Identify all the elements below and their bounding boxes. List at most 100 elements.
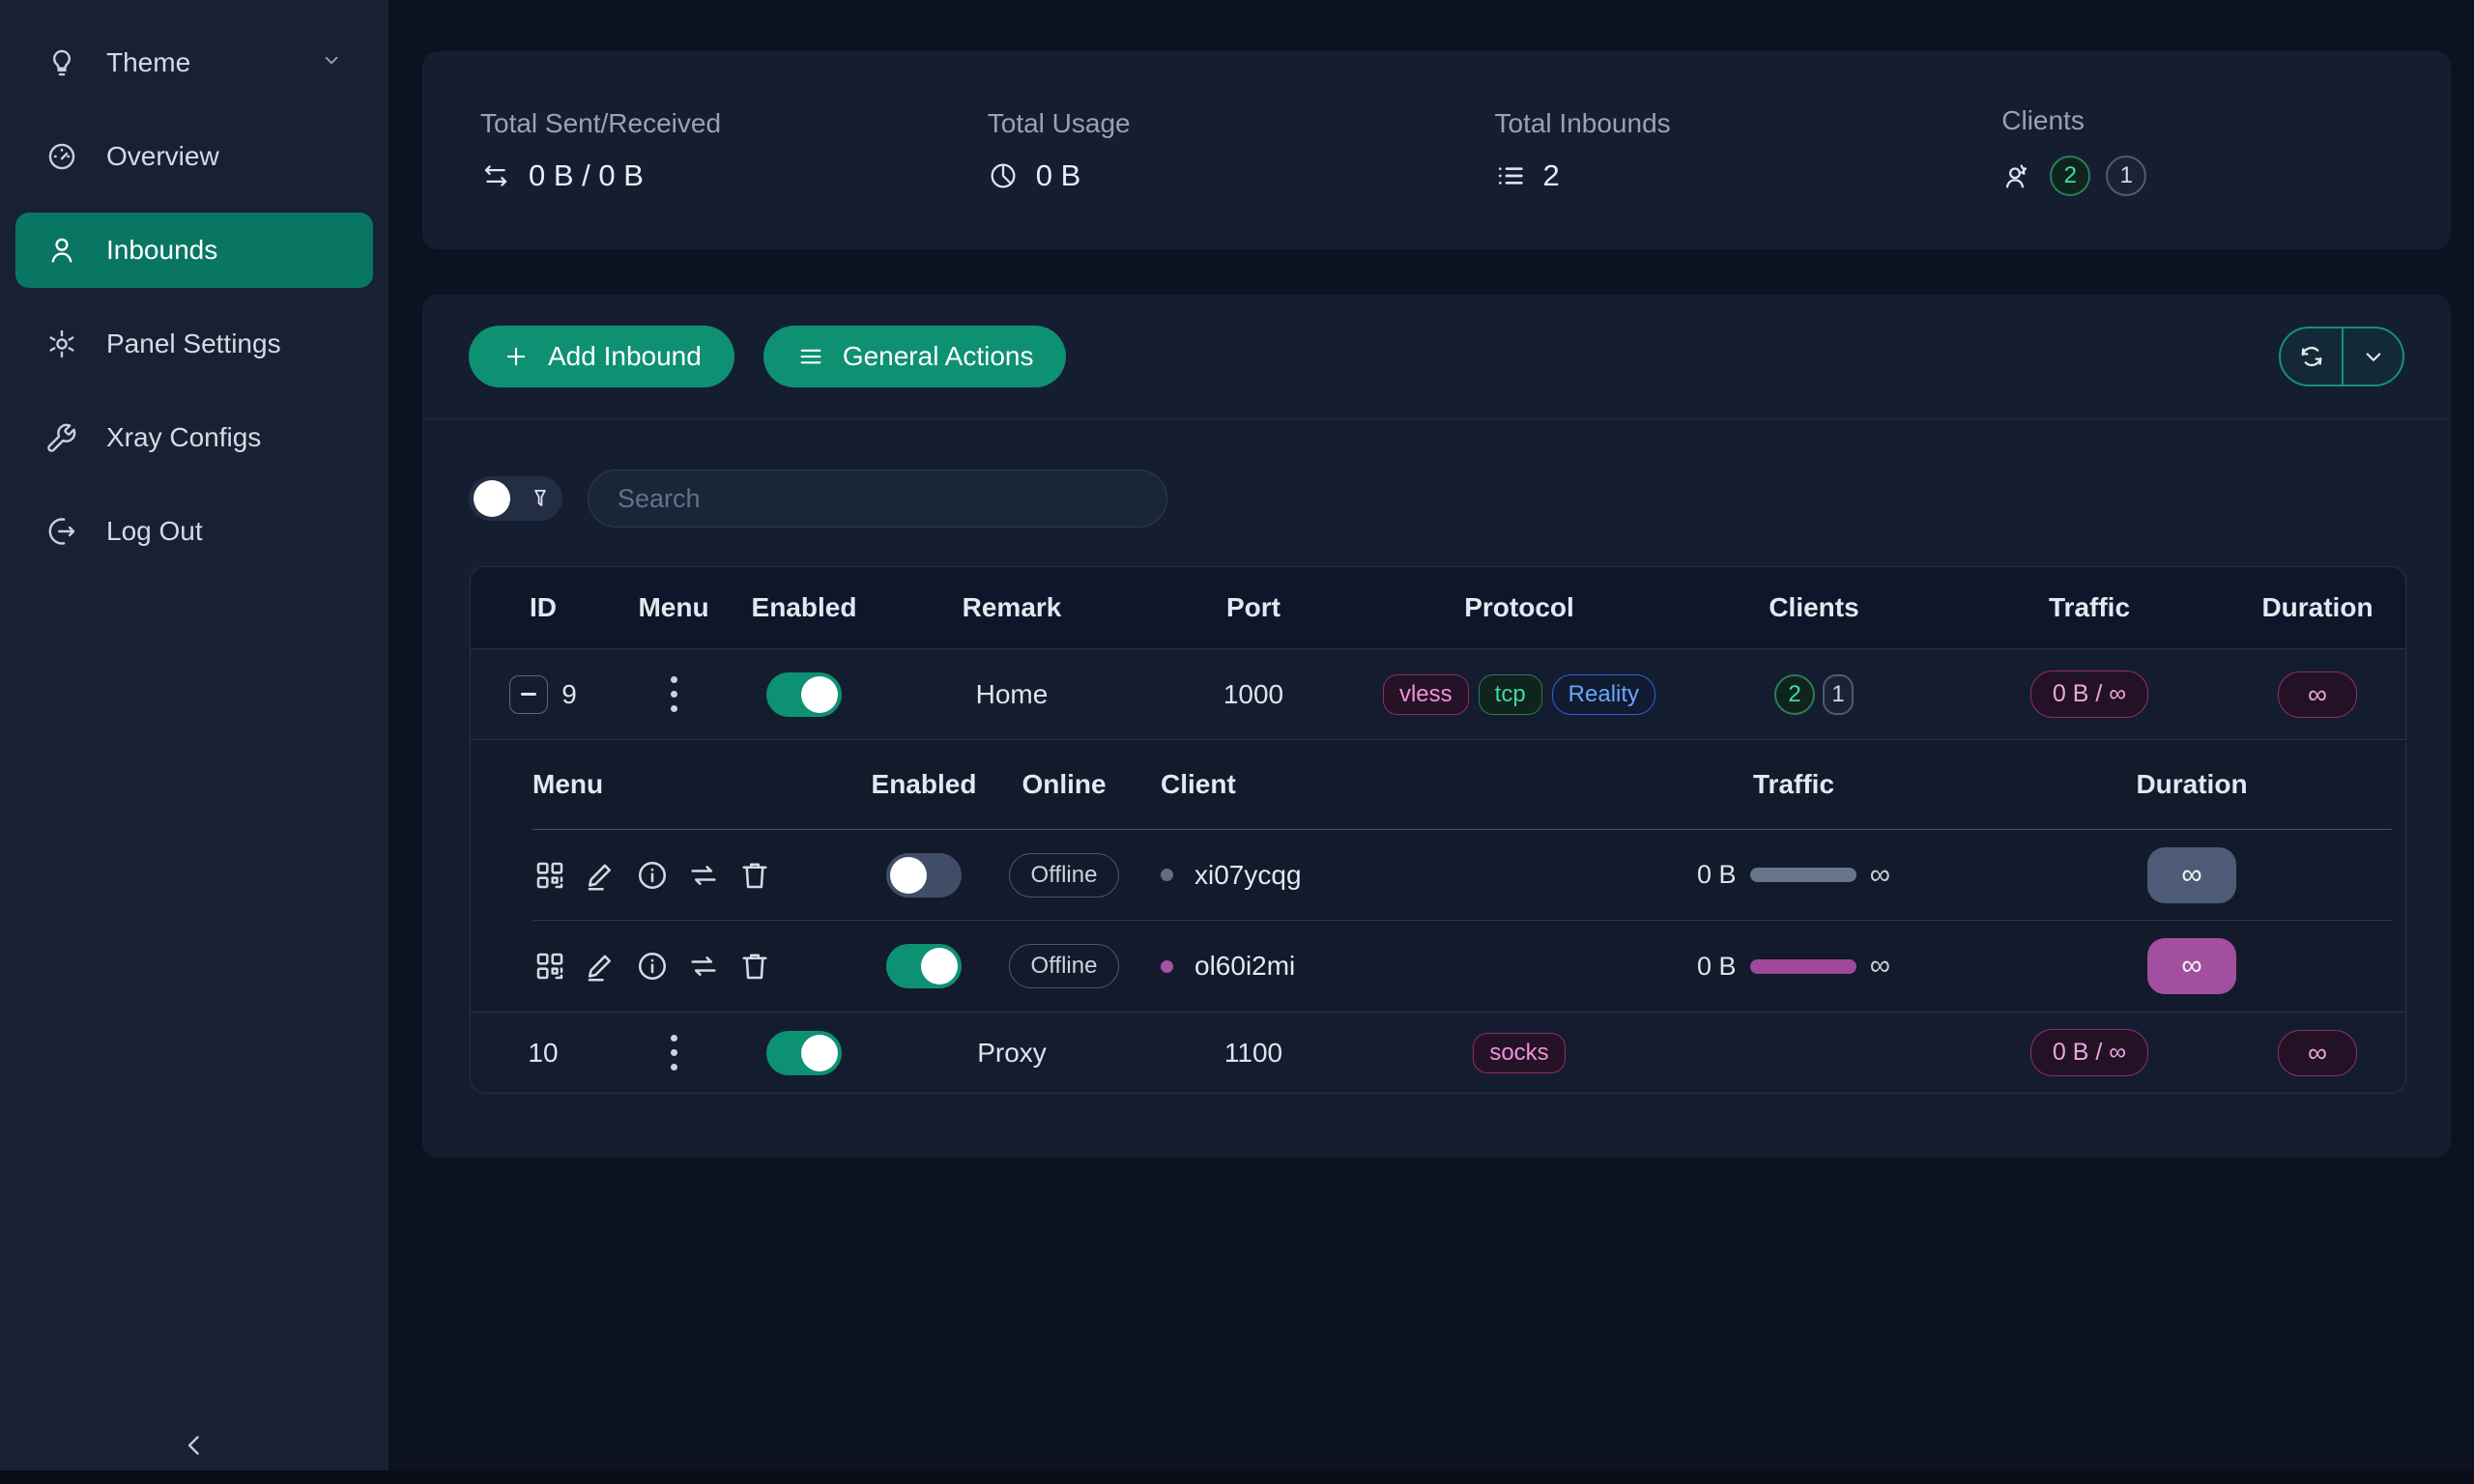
- duration-badge: ∞: [2278, 1030, 2357, 1076]
- enabled-toggle[interactable]: [766, 1031, 842, 1075]
- collapse-row-button[interactable]: [509, 675, 548, 714]
- stat-label: Total Sent/Received: [480, 108, 930, 139]
- chevron-down-icon: [2359, 342, 2388, 371]
- row-menu-button[interactable]: [665, 1029, 683, 1076]
- bulb-icon: [44, 45, 79, 80]
- subcol-traffic: Traffic: [1596, 769, 1992, 800]
- stat-value: 0 B / 0 B: [529, 158, 644, 193]
- sidebar-item-label: Log Out: [106, 516, 203, 547]
- sidebar-item-overview[interactable]: Overview: [15, 119, 373, 194]
- sidebar-item-label: Overview: [106, 141, 219, 172]
- sidebar-item-theme[interactable]: Theme: [15, 25, 373, 100]
- stat-total-inbounds: Total Inbounds 2: [1437, 108, 1944, 193]
- client-enabled-toggle[interactable]: [886, 853, 962, 898]
- protocol-tag: socks: [1473, 1033, 1565, 1073]
- stat-label: Total Usage: [988, 108, 1437, 139]
- col-remark: Remark: [877, 592, 1147, 623]
- plus-icon: [502, 342, 531, 371]
- traffic-used: 0 B: [1697, 860, 1737, 890]
- search-input[interactable]: [588, 470, 1167, 528]
- infinity-icon: ∞: [1870, 950, 1890, 983]
- sidebar-item-label: Inbounds: [106, 235, 217, 266]
- protocol-tag: Reality: [1552, 674, 1655, 715]
- client-status-dot: [1161, 869, 1173, 881]
- traffic-badge: 0 B / ∞: [2030, 1029, 2148, 1076]
- table-row: 10 Proxy 1100 socks 0 B / ∞ ∞: [471, 1012, 2405, 1093]
- info-button[interactable]: [635, 949, 670, 984]
- funnel-icon: [528, 486, 553, 511]
- chevron-left-icon: [178, 1429, 211, 1462]
- logout-icon: [44, 514, 79, 549]
- clients-online-badge: 2: [1774, 674, 1815, 715]
- filter-row: [422, 419, 2451, 528]
- row-id: 9: [561, 679, 577, 710]
- subcol-online: Online: [987, 769, 1141, 800]
- toggle-knob: [801, 1035, 838, 1071]
- inbounds-panel: Add Inbound General Actions: [422, 295, 2451, 1157]
- filter-toggle[interactable]: [469, 476, 562, 521]
- table-row: 9 Home 1000 vless tcp Reality 2 1: [471, 648, 2405, 739]
- sidebar-item-panel-settings[interactable]: Panel Settings: [15, 306, 373, 382]
- row-port: 1000: [1147, 679, 1360, 710]
- sidebar-collapse-button[interactable]: [178, 1429, 211, 1467]
- client-name: xi07ycqg: [1194, 860, 1302, 891]
- col-clients: Clients: [1679, 592, 1949, 623]
- client-row: Offline ol60i2mi 0 B ∞ ∞: [532, 921, 2392, 1012]
- delete-button[interactable]: [737, 858, 772, 893]
- general-actions-button[interactable]: General Actions: [763, 326, 1067, 387]
- client-enabled-toggle[interactable]: [886, 944, 962, 988]
- gauge-icon: [44, 139, 79, 174]
- col-port: Port: [1147, 592, 1360, 623]
- subcol-duration: Duration: [1992, 769, 2392, 800]
- reset-traffic-button[interactable]: [686, 858, 721, 893]
- traffic-badge: 0 B / ∞: [2030, 671, 2148, 718]
- qrcode-button[interactable]: [532, 858, 567, 893]
- app-root: Theme Overview Inbounds Panel Settings: [0, 0, 2474, 1484]
- subcol-menu: Menu: [532, 769, 861, 800]
- general-actions-label: General Actions: [843, 341, 1034, 372]
- stat-clients: Clients 2 1: [1943, 105, 2451, 196]
- stat-label: Clients: [2001, 105, 2451, 136]
- wrench-icon: [44, 420, 79, 455]
- qrcode-button[interactable]: [532, 949, 567, 984]
- clients-total-badge: 1: [2106, 156, 2146, 196]
- traffic-used: 0 B: [1697, 952, 1737, 982]
- sidebar-item-logout[interactable]: Log Out: [15, 494, 373, 569]
- duration-badge: ∞: [2147, 847, 2236, 903]
- stat-label: Total Inbounds: [1495, 108, 1944, 139]
- add-inbound-button[interactable]: Add Inbound: [469, 326, 734, 387]
- stat-value: 0 B: [1036, 158, 1081, 193]
- edit-button[interactable]: [584, 858, 618, 893]
- col-protocol: Protocol: [1360, 592, 1679, 623]
- info-button[interactable]: [635, 858, 670, 893]
- gear-icon: [44, 327, 79, 361]
- clients-total-badge: 1: [1823, 674, 1854, 715]
- inbounds-table: ID Menu Enabled Remark Port Protocol Cli…: [470, 566, 2406, 1094]
- row-menu-button[interactable]: [665, 671, 683, 718]
- edit-button[interactable]: [584, 949, 618, 984]
- subcol-client: Client: [1141, 769, 1596, 800]
- col-enabled: Enabled: [732, 592, 877, 623]
- sidebar-item-label: Panel Settings: [106, 328, 281, 359]
- toggle-knob: [801, 676, 838, 713]
- sidebar-item-inbounds[interactable]: Inbounds: [15, 213, 373, 288]
- delete-button[interactable]: [737, 949, 772, 984]
- stat-value: 2: [1543, 158, 1560, 193]
- bottom-strip: [0, 1470, 2474, 1484]
- refresh-button[interactable]: [2281, 328, 2342, 385]
- reset-traffic-button[interactable]: [686, 949, 721, 984]
- subcol-enabled: Enabled: [861, 769, 987, 800]
- traffic-progress-bar: [1750, 959, 1856, 974]
- pie-chart-icon: [988, 159, 1021, 192]
- users-icon: [2001, 159, 2034, 192]
- minus-icon: [521, 693, 536, 696]
- col-menu: Menu: [616, 592, 732, 623]
- col-traffic: Traffic: [1949, 592, 2229, 623]
- enabled-toggle[interactable]: [766, 672, 842, 717]
- sidebar-item-label: Xray Configs: [106, 422, 261, 453]
- col-id: ID: [471, 592, 616, 623]
- client-status-dot: [1161, 960, 1173, 973]
- refresh-dropdown-button[interactable]: [2342, 328, 2402, 385]
- stat-sent-received: Total Sent/Received 0 B / 0 B: [422, 108, 930, 193]
- sidebar-item-xray-configs[interactable]: Xray Configs: [15, 400, 373, 475]
